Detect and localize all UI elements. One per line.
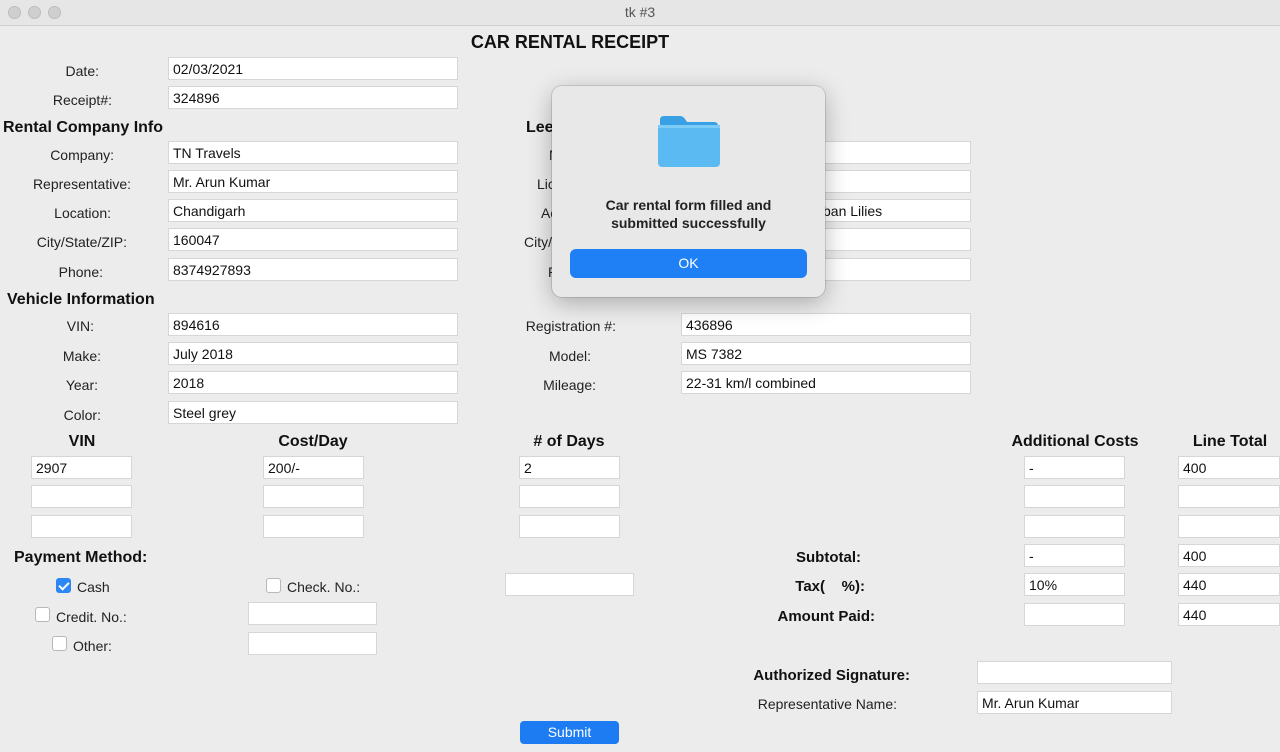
- dialog-message: Car rental form filled and submitted suc…: [605, 197, 772, 231]
- row2-vin-field[interactable]: [31, 485, 132, 508]
- authorized-signature-field[interactable]: [977, 661, 1172, 684]
- phone-label: Phone:: [58, 264, 103, 280]
- city-state-zip-label: City/State/ZIP:: [36, 234, 127, 250]
- phone-field[interactable]: 8374927893: [168, 258, 458, 281]
- col-cost-day-header: Cost/Day: [278, 433, 348, 450]
- row1-days-field[interactable]: 2: [519, 456, 620, 479]
- vehicle-header: Vehicle Information: [7, 291, 155, 308]
- row1-line-total-field[interactable]: 400: [1178, 456, 1280, 479]
- model-field[interactable]: MS 7382: [681, 342, 971, 365]
- amount-paid-label: Amount Paid:: [777, 608, 876, 625]
- subtotal-label: Subtotal:: [796, 549, 861, 566]
- representative-field[interactable]: Mr. Arun Kumar: [168, 170, 458, 193]
- amount-paid-mid-field[interactable]: [1024, 603, 1125, 626]
- row2-line-total-field[interactable]: [1178, 485, 1280, 508]
- row1-additional-field[interactable]: -: [1024, 456, 1125, 479]
- receipt-field[interactable]: 324896: [168, 86, 458, 109]
- date-field[interactable]: 02/03/2021: [168, 57, 458, 80]
- tax-percent-field[interactable]: 10%: [1024, 573, 1125, 596]
- representative-name-label: Representative Name:: [757, 696, 897, 712]
- location-field[interactable]: Chandigarh: [168, 199, 458, 222]
- city-state-zip-field[interactable]: 160047: [168, 228, 458, 251]
- authorized-signature-label: Authorized Signature:: [753, 667, 910, 684]
- col-vin-header: VIN: [68, 433, 96, 450]
- color-field[interactable]: Steel grey: [168, 401, 458, 424]
- registration-field[interactable]: 436896: [681, 313, 971, 336]
- row3-additional-field[interactable]: [1024, 515, 1125, 538]
- row3-cost-field[interactable]: [263, 515, 364, 538]
- other-field[interactable]: [248, 632, 377, 655]
- amount-paid-field[interactable]: 440: [1178, 603, 1280, 626]
- window-titlebar: tk #3: [0, 0, 1280, 26]
- row3-vin-field[interactable]: [31, 515, 132, 538]
- representative-name-field[interactable]: Mr. Arun Kumar: [977, 691, 1172, 714]
- col-line-total-header: Line Total: [1192, 433, 1268, 450]
- row2-cost-field[interactable]: [263, 485, 364, 508]
- subtotal-field[interactable]: 400: [1178, 544, 1280, 567]
- mileage-label: Mileage:: [543, 377, 596, 393]
- mileage-field[interactable]: 22-31 km/l combined: [681, 371, 971, 394]
- submit-button[interactable]: Submit: [520, 721, 619, 744]
- tax-total-field[interactable]: 440: [1178, 573, 1280, 596]
- location-label: Location:: [54, 205, 111, 221]
- date-label: Date:: [65, 63, 99, 79]
- lessee-header: Lee: [526, 119, 554, 136]
- row2-days-field[interactable]: [519, 485, 620, 508]
- registration-label: Registration #:: [525, 318, 616, 334]
- company-label: Company:: [50, 147, 114, 163]
- representative-label: Representative:: [32, 176, 131, 192]
- other-checkbox[interactable]: [52, 636, 67, 651]
- col-days-header: # of Days: [533, 433, 605, 450]
- folder-icon: [658, 116, 720, 167]
- window-title: tk #3: [624, 4, 656, 20]
- rental-company-header: Rental Company Info: [3, 119, 164, 136]
- model-label: Model:: [548, 348, 591, 364]
- row3-days-field[interactable]: [519, 515, 620, 538]
- tax-label: Tax( %):: [795, 578, 865, 595]
- success-dialog: Car rental form filled and submitted suc…: [552, 86, 825, 297]
- lessee-label-4: City/: [524, 234, 552, 250]
- row2-additional-field[interactable]: [1024, 485, 1125, 508]
- subtotal-mid-field[interactable]: -: [1024, 544, 1125, 567]
- receipt-label: Receipt#:: [52, 92, 112, 108]
- other-label: Other:: [73, 638, 112, 654]
- color-label: Color:: [63, 407, 101, 423]
- row1-cost-field[interactable]: 200/-: [263, 456, 364, 479]
- page-title: CAR RENTAL RECEIPT: [470, 32, 670, 52]
- row1-vin-field[interactable]: 2907: [31, 456, 132, 479]
- col-additional-header: Additional Costs: [1011, 433, 1139, 450]
- ok-button[interactable]: OK: [570, 249, 807, 278]
- row3-line-total-field[interactable]: [1178, 515, 1280, 538]
- company-field[interactable]: TN Travels: [168, 141, 458, 164]
